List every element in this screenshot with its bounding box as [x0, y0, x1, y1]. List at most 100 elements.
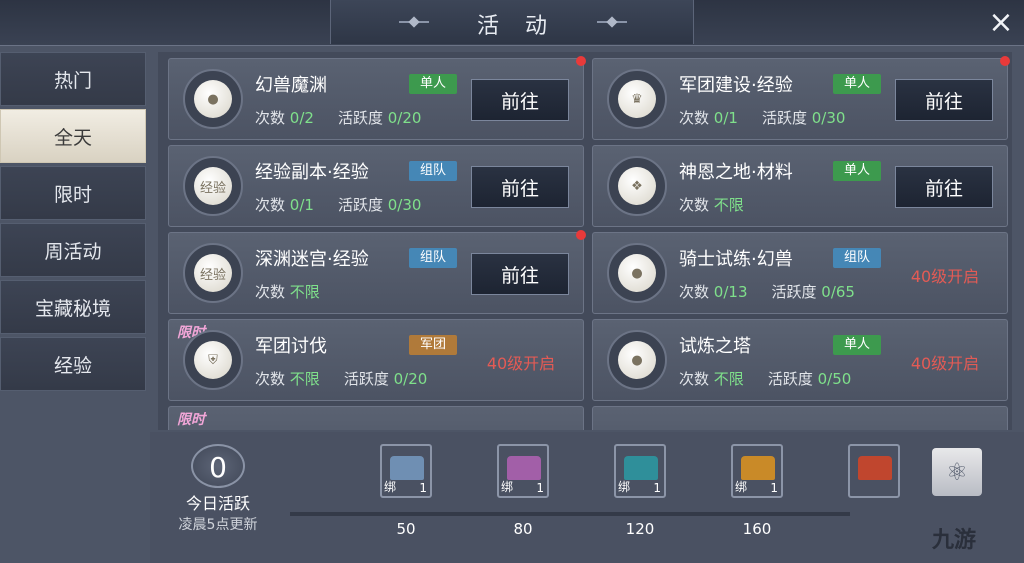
- mode-tag: 单人: [409, 74, 457, 94]
- activity-card: ❖ 神恩之地·材料 单人 次数 不限 前往: [592, 145, 1008, 227]
- mode-tag: 组队: [409, 248, 457, 268]
- activity-name: 军团建设·经验: [679, 75, 793, 96]
- close-icon[interactable]: ×: [984, 6, 1018, 40]
- title-plate: 活动: [330, 0, 694, 44]
- chest-icon: [390, 456, 424, 480]
- milestone-label: 50: [396, 520, 416, 538]
- exp-badge-icon: 经验: [183, 156, 243, 216]
- count-value: 0/1: [713, 109, 738, 127]
- activity-name: 试炼之塔: [679, 336, 751, 357]
- reward-chest-160[interactable]: 绑 1: [731, 444, 783, 498]
- activity-stats: 次数 0/13 活跃度 0/65: [679, 283, 855, 301]
- title-ornament-right: [597, 18, 627, 26]
- chest-icon: [741, 456, 775, 480]
- egg-icon: ●: [183, 69, 243, 129]
- activity-name: 骑士试练·幻兽: [679, 249, 793, 270]
- reward-chest-120[interactable]: 绑 1: [614, 444, 666, 498]
- exp-badge-icon: 经验: [183, 243, 243, 303]
- limited-badge: 限时: [177, 412, 205, 428]
- sidebar-item-allday[interactable]: 全天: [0, 109, 146, 163]
- reward-chest-80[interactable]: 绑 1: [497, 444, 549, 498]
- count-value: 0/13: [713, 283, 748, 301]
- level-lock-text: 40级开启: [910, 354, 980, 373]
- page-title: 活动: [476, 14, 573, 39]
- go-button[interactable]: 前往: [895, 166, 993, 208]
- daily-activity-value: 0: [191, 444, 245, 488]
- activity-name: 军团讨伐: [255, 336, 327, 357]
- watermark-logo: 九游: [932, 528, 977, 553]
- activity-stats: 次数 不限: [679, 196, 744, 214]
- activity-name: 神恩之地·材料: [679, 162, 793, 183]
- mode-tag: 单人: [833, 161, 881, 181]
- go-button[interactable]: 前往: [895, 79, 993, 121]
- count-value: 不限: [289, 283, 320, 301]
- activity-card-partial: 限时: [168, 406, 584, 430]
- activity-card: 经验 深渊迷宫·经验 组队 次数 不限 前往: [168, 230, 586, 314]
- title-bar: 活动 ×: [0, 0, 1024, 46]
- activity-name: 幻兽魔渊: [255, 75, 327, 96]
- crest-icon: ♛: [607, 69, 667, 129]
- count-value: 0/1: [289, 196, 314, 214]
- egg-icon: ●: [607, 243, 667, 303]
- go-button[interactable]: 前往: [471, 79, 569, 121]
- activity-value: 0/30: [811, 109, 846, 127]
- notification-dot: [576, 56, 586, 66]
- activity-value: 0/50: [817, 370, 852, 388]
- activity-stats: 次数 不限 活跃度 0/20: [255, 370, 428, 388]
- notification-dot: [576, 230, 586, 240]
- chest-icon: [507, 456, 541, 480]
- activity-value: 0/20: [393, 370, 428, 388]
- count-value: 不限: [713, 196, 744, 214]
- progress-track: [290, 512, 850, 516]
- notification-dot: [1000, 56, 1010, 66]
- activity-card: ● 骑士试练·幻兽 组队 次数 0/13 活跃度 0/65 40级开启: [592, 232, 1008, 314]
- sidebar-item-hot[interactable]: 热门: [0, 52, 146, 106]
- sidebar-item-limited[interactable]: 限时: [0, 166, 146, 220]
- milestone-label: 160: [742, 520, 772, 538]
- activity-card: ● 试炼之塔 单人 次数 不限 活跃度 0/50 40级开启: [592, 319, 1008, 401]
- activity-name: 经验副本·经验: [255, 162, 369, 183]
- armor-icon: ⛨: [183, 330, 243, 390]
- daily-activity-summary: 0 今日活跃 凌晨5点更新: [156, 444, 280, 552]
- milestone-label: 120: [625, 520, 655, 538]
- go-button[interactable]: 前往: [471, 253, 569, 295]
- sidebar-item-weekly[interactable]: 周活动: [0, 223, 146, 277]
- mode-tag: 组队: [833, 248, 881, 268]
- activity-value: 0/20: [387, 109, 422, 127]
- rune-stone-icon: ❖: [607, 156, 667, 216]
- go-button[interactable]: 前往: [471, 166, 569, 208]
- mode-tag: 组队: [409, 161, 457, 181]
- reward-chest-final[interactable]: [848, 444, 900, 498]
- mode-tag: 军团: [409, 335, 457, 355]
- level-lock-text: 40级开启: [486, 354, 556, 373]
- sidebar-item-exp[interactable]: 经验: [0, 337, 146, 391]
- activity-card-partial: [592, 406, 1008, 430]
- activity-card: 限时 ⛨ 军团讨伐 军团 次数 不限 活跃度 0/20 40级开启: [168, 319, 584, 401]
- activity-list: ● 幻兽魔渊 单人 次数 0/2 活跃度 0/20 前往 ♛ 军团建设·经验 单人…: [158, 52, 1012, 430]
- activity-stats: 次数 0/1 活跃度 0/30: [255, 196, 422, 214]
- mode-tag: 单人: [833, 335, 881, 355]
- count-value: 不限: [713, 370, 744, 388]
- activity-name: 深渊迷宫·经验: [255, 249, 369, 270]
- sidebar-item-treasure[interactable]: 宝藏秘境: [0, 280, 146, 334]
- activity-card: ♛ 军团建设·经验 单人 次数 0/1 活跃度 0/30 前往: [592, 56, 1010, 140]
- refresh-note: 凌晨5点更新: [178, 517, 258, 533]
- activity-card: ● 幻兽魔渊 单人 次数 0/2 活跃度 0/20 前往: [168, 56, 586, 140]
- shield-icon[interactable]: ⚛: [932, 448, 982, 496]
- sidebar: 热门 全天 限时 周活动 宝藏秘境 经验: [0, 52, 150, 394]
- mode-tag: 单人: [833, 74, 881, 94]
- count-value: 不限: [289, 370, 320, 388]
- egg-icon: ●: [607, 330, 667, 390]
- level-lock-text: 40级开启: [910, 267, 980, 286]
- activity-stats: 次数 0/1 活跃度 0/30: [679, 109, 846, 127]
- activity-value: 0/65: [821, 283, 855, 301]
- activity-progress-bar: 0 今日活跃 凌晨5点更新 绑 1 50 绑 1 80 绑 1 120 绑 1 …: [150, 432, 1024, 563]
- activity-stats: 次数 不限: [255, 283, 320, 301]
- chest-icon: [624, 456, 658, 480]
- milestone-label: 80: [513, 520, 533, 538]
- chest-icon: [858, 456, 892, 480]
- activity-card: 经验 经验副本·经验 组队 次数 0/1 活跃度 0/30 前往: [168, 145, 584, 227]
- count-value: 0/2: [289, 109, 314, 127]
- activity-stats: 次数 0/2 活跃度 0/20: [255, 109, 422, 127]
- reward-chest-50[interactable]: 绑 1: [380, 444, 432, 498]
